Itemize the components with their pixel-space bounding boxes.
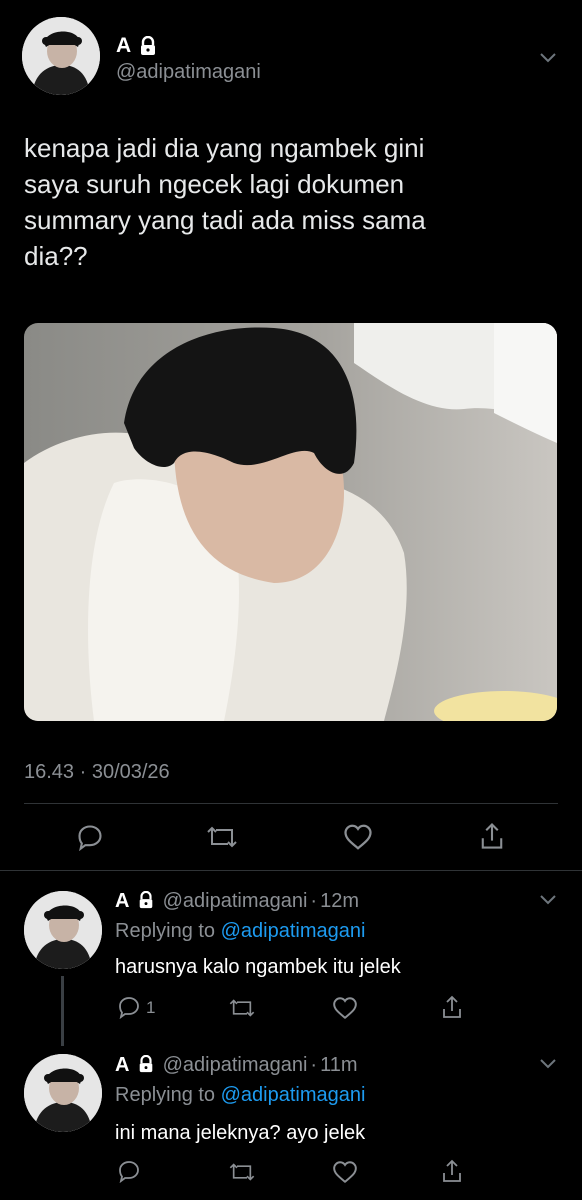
avatar-image — [24, 1054, 102, 1132]
tweet-photo[interactable] — [24, 323, 557, 721]
author-name[interactable]: A — [115, 1054, 129, 1076]
share-icon[interactable] — [440, 1158, 464, 1184]
heart-icon[interactable] — [332, 996, 358, 1020]
author-handle[interactable]: @adipatimagani — [163, 890, 308, 912]
reply-time[interactable]: 12m — [320, 890, 359, 912]
author-name[interactable]: A — [115, 890, 129, 912]
lock-icon — [137, 891, 155, 909]
separator: · — [310, 1054, 318, 1076]
replying-to: Replying to @adipatimagani — [115, 920, 365, 943]
thread-line — [61, 976, 64, 1046]
chevron-down-icon[interactable] — [539, 1058, 557, 1070]
avatar[interactable] — [24, 1054, 102, 1132]
replying-prefix: Replying to — [115, 1084, 216, 1106]
avatar[interactable] — [24, 891, 102, 969]
replying-prefix: Replying to — [115, 920, 216, 942]
heart-icon[interactable] — [343, 823, 373, 851]
replying-handle-link[interactable]: @adipatimagani — [221, 920, 366, 942]
avatar[interactable] — [22, 17, 100, 95]
tweet-timestamp: 16.43 · 30/03/26 — [24, 761, 170, 783]
retweet-icon[interactable] — [227, 1159, 257, 1185]
lock-icon — [138, 36, 158, 56]
tweet-text-line: summary yang tadi ada miss sama — [24, 205, 426, 235]
separator: · — [310, 890, 318, 912]
reply-header: A @adipatimagani · 12m — [115, 890, 359, 913]
lock-icon — [137, 1055, 155, 1073]
heart-icon[interactable] — [332, 1160, 358, 1184]
reply-icon[interactable] — [76, 823, 104, 851]
reply-text: ini mana jeleknya? ayo jelek — [115, 1122, 366, 1144]
replying-to: Replying to @adipatimagani — [115, 1084, 365, 1107]
divider — [24, 803, 558, 804]
reply-text: harusnya kalo ngambek itu jelek — [115, 956, 401, 978]
author-name[interactable]: A — [116, 34, 131, 58]
reply-icon[interactable] — [117, 995, 141, 1019]
divider — [0, 870, 582, 871]
reply-time[interactable]: 11m — [320, 1054, 357, 1076]
retweet-icon[interactable] — [204, 822, 240, 852]
replying-handle-link[interactable]: @adipatimagani — [221, 1084, 366, 1106]
tweet-text-line: kenapa jadi dia yang ngambek gini — [24, 133, 425, 163]
chevron-down-icon[interactable] — [539, 894, 557, 906]
tweet-text: kenapa jadi dia yang ngambek gini saya s… — [24, 130, 564, 274]
tweet-text-line: saya suruh ngecek lagi dokumen — [24, 169, 405, 199]
avatar-image — [22, 17, 100, 95]
reply-header: A @adipatimagani · 11m — [115, 1054, 358, 1077]
reply-icon[interactable] — [117, 1159, 141, 1183]
chevron-down-icon[interactable] — [539, 52, 557, 64]
tweet-text-line: dia?? — [24, 241, 88, 271]
author-handle[interactable]: @adipatimagani — [116, 61, 261, 84]
reply-count: 1 — [146, 998, 156, 1017]
share-icon[interactable] — [440, 994, 464, 1020]
author-handle[interactable]: @adipatimagani — [163, 1054, 308, 1076]
share-icon[interactable] — [478, 821, 506, 851]
photo-image — [24, 323, 557, 721]
avatar-image — [24, 891, 102, 969]
retweet-icon[interactable] — [227, 995, 257, 1021]
